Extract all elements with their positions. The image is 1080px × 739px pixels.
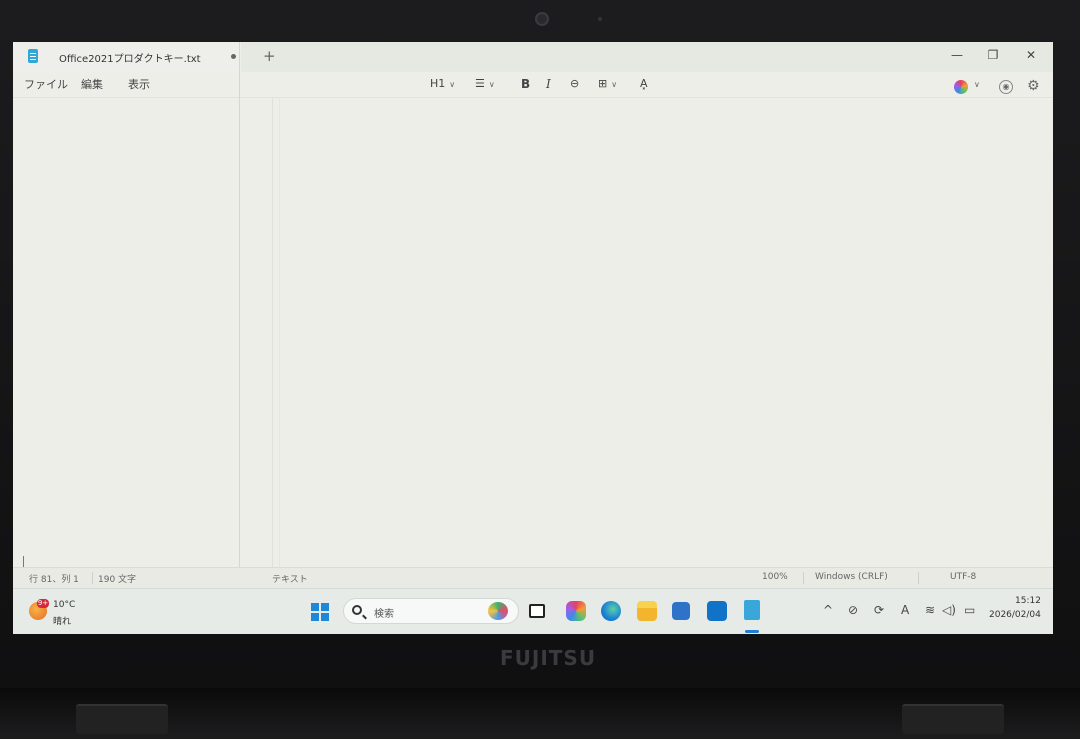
microsoft-store-icon[interactable] (672, 602, 690, 620)
menu-file[interactable]: ファイル (24, 76, 68, 92)
maximize-button[interactable]: ❐ (983, 48, 1003, 62)
heading-dropdown[interactable]: H1 ∨ (430, 77, 455, 90)
margin-guide (279, 98, 280, 568)
unsaved-indicator[interactable] (231, 54, 236, 59)
pane-divider (239, 42, 240, 634)
weather-condition: 晴れ (53, 617, 72, 627)
file-explorer-icon[interactable] (637, 601, 657, 621)
zoom-level[interactable]: 100% (762, 572, 788, 582)
volume-icon[interactable]: ◁) (942, 603, 956, 617)
menu-bar: ファイル 編集 表示 H1 ∨ ☰ ∨ B I ⊖ ⊞ ∨ A͓ (13, 72, 1053, 98)
copilot-tray-icon[interactable]: ⟳ (874, 603, 884, 617)
chevron-down-icon: ∨ (488, 80, 495, 89)
tray-overflow-icon[interactable]: ^ (823, 603, 833, 617)
search-placeholder: 検索 (374, 609, 394, 620)
edge-browser-icon[interactable] (601, 601, 621, 621)
search-highlight-icon (488, 602, 508, 620)
table-icon: ⊞ (598, 77, 608, 90)
outlook-icon[interactable] (707, 601, 727, 621)
heading-label: H1 (430, 77, 446, 90)
weather-temperature: 10°C (53, 600, 76, 610)
chevron-down-icon: ∨ (611, 80, 618, 89)
webcam-indicator (598, 17, 602, 21)
clock-time[interactable]: 15:12 (1015, 596, 1041, 606)
input-method-icon[interactable]: A (901, 603, 909, 617)
gear-icon[interactable]: ⚙ (1027, 78, 1040, 94)
notepad-taskbar-icon[interactable] (744, 600, 760, 620)
list-dropdown[interactable]: ☰ ∨ (475, 77, 495, 90)
copilot-icon[interactable] (954, 80, 968, 94)
wifi-icon[interactable]: ≋ (925, 603, 935, 617)
clock-date[interactable]: 2026/02/04 (989, 610, 1041, 620)
cursor-position: 行 81、列 1 (29, 575, 79, 585)
copilot-app-icon[interactable] (566, 601, 586, 621)
notification-badge: 9+ (37, 599, 49, 608)
notepad-icon (28, 49, 38, 63)
task-view-icon[interactable] (529, 604, 545, 618)
character-count: 190 文字 (98, 575, 137, 585)
divider (803, 572, 804, 584)
taskbar-search[interactable]: 検索 (343, 598, 519, 624)
close-button[interactable]: ✕ (1021, 48, 1041, 62)
line-ending[interactable]: Windows (CRLF) (815, 572, 888, 582)
screen: Office2021プロダクトキー.txt + — ❐ ✕ ファイル 編集 表示… (13, 42, 1053, 634)
battery-icon[interactable]: ▭ (964, 603, 975, 617)
tab-document[interactable]: Office2021プロダクトキー.txt (13, 42, 241, 72)
encoding[interactable]: UTF-8 (950, 572, 976, 582)
chevron-down-icon: ∨ (449, 80, 456, 89)
hinge-right (902, 704, 1004, 734)
list-icon: ☰ (475, 77, 485, 90)
sync-off-icon[interactable]: ⊘ (848, 603, 858, 617)
chevron-down-icon[interactable]: ∨ (974, 80, 980, 89)
account-icon[interactable]: ◉ (999, 80, 1013, 94)
taskbar: 9+ 10°C 晴れ 検索 ^ ⊘ ⟳ A ≋ ◁) ▭ 15:12 2026/… (13, 588, 1053, 634)
tab-title: Office2021プロダクトキー.txt (59, 54, 201, 65)
windows-start-icon[interactable] (311, 603, 329, 621)
laptop-brand-logo: FUJITSU (500, 646, 597, 670)
minimize-button[interactable]: — (947, 48, 967, 62)
italic-button[interactable]: I (546, 77, 551, 91)
menu-view[interactable]: 表示 (128, 76, 150, 92)
text-mode[interactable]: テキスト (272, 572, 308, 585)
divider (918, 572, 919, 584)
link-icon[interactable]: ⊖ (570, 77, 579, 90)
clear-formatting-icon[interactable]: A͓ (640, 77, 648, 90)
menu-edit[interactable]: 編集 (81, 76, 103, 92)
active-app-indicator (745, 630, 759, 633)
table-dropdown[interactable]: ⊞ ∨ (598, 77, 617, 90)
webcam (535, 12, 549, 26)
search-icon (352, 605, 362, 615)
divider (92, 572, 93, 584)
title-bar: Office2021プロダクトキー.txt + — ❐ ✕ (13, 42, 1053, 72)
margin-guide (272, 98, 273, 568)
new-tab-button[interactable]: + (263, 47, 276, 65)
status-bar: 行 81、列 1 190 文字 テキスト 100% Windows (CRLF)… (13, 567, 1053, 588)
editor-area[interactable] (13, 99, 1053, 567)
bold-button[interactable]: B (521, 77, 530, 91)
hinge-left (76, 704, 168, 734)
